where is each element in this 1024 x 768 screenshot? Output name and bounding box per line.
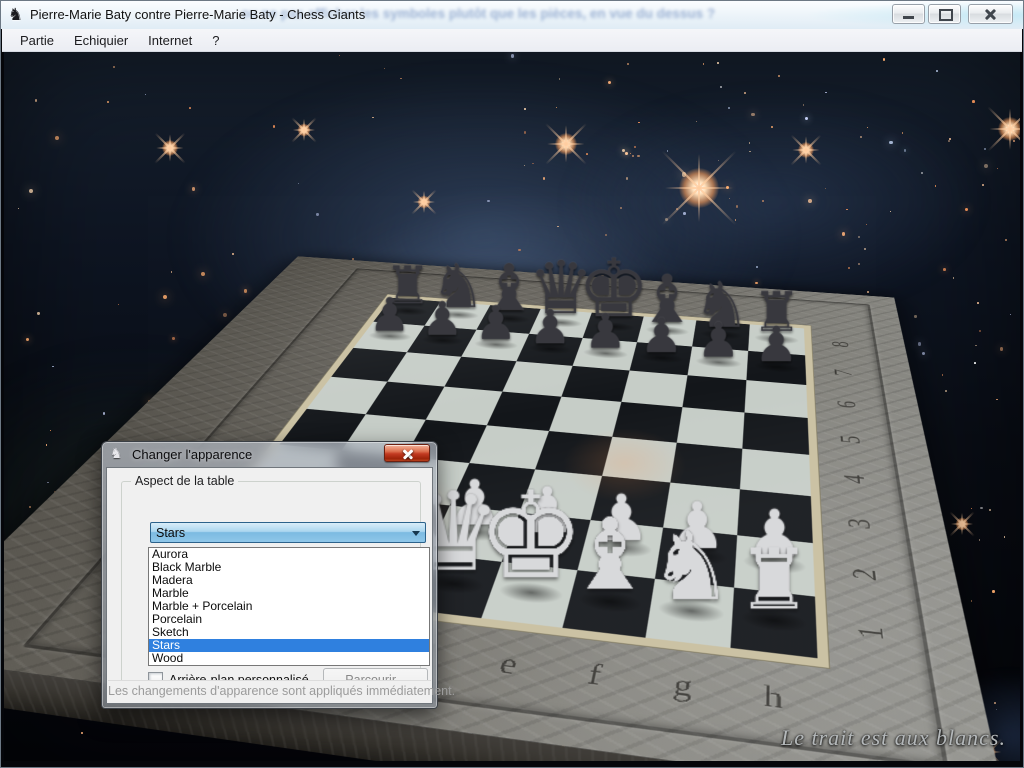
close-button[interactable]	[968, 4, 1013, 24]
list-item[interactable]: Stars	[149, 639, 429, 652]
combobox-value: Stars	[156, 526, 185, 540]
menu-item-help[interactable]: ?	[202, 31, 229, 50]
menu-item-internet[interactable]: Internet	[138, 31, 202, 50]
minimize-icon	[903, 16, 914, 19]
table-aspect-combobox[interactable]: Stars	[150, 522, 426, 543]
window-title: Pierre-Marie Baty contre Pierre-Marie Ba…	[30, 7, 365, 22]
maximize-button[interactable]	[928, 4, 961, 24]
table-aspect-group: Aspect de la table Stars AuroraBlack Mar…	[121, 481, 421, 683]
dialog-title-bar[interactable]: ♞ Changer l'apparence	[102, 442, 437, 467]
list-item[interactable]: Madera	[149, 574, 429, 587]
list-item[interactable]: Porcelain	[149, 613, 429, 626]
minimize-button[interactable]	[892, 4, 925, 24]
appearance-dialog: ♞ Changer l'apparence Aspect de la table…	[101, 441, 438, 709]
white-rook-h1[interactable]: ♜	[712, 538, 836, 621]
chevron-down-icon[interactable]	[407, 523, 425, 542]
dialog-icon-knight: ♞	[110, 446, 123, 462]
menu-bar: PartieEchiquierInternet?	[2, 29, 1022, 52]
dialog-body: Aspect de la table Stars AuroraBlack Mar…	[106, 467, 433, 704]
maximize-icon	[939, 9, 953, 21]
menu-item-partie[interactable]: Partie	[10, 31, 64, 50]
window-controls	[892, 4, 1013, 24]
list-item[interactable]: Sketch	[149, 626, 429, 639]
dialog-title: Changer l'apparence	[132, 447, 252, 462]
menu-item-echiquier[interactable]: Echiquier	[64, 31, 138, 50]
title-bar[interactable]: ou ne pas afficher les symboles plutôt q…	[1, 1, 1023, 29]
group-label: Aspect de la table	[131, 474, 238, 488]
appearance-list: AuroraBlack MarbleMaderaMarbleMarble + P…	[148, 547, 430, 666]
dialog-close-button[interactable]	[384, 444, 430, 462]
list-item[interactable]: Wood	[149, 652, 429, 665]
app-window: ou ne pas afficher les symboles plutôt q…	[0, 0, 1024, 768]
turn-status-text: Le trait est aux blancs.	[781, 725, 1006, 751]
app-icon-knight[interactable]: ♞	[8, 5, 23, 25]
dialog-status-text: Les changements d'apparence sont appliqu…	[108, 680, 431, 702]
